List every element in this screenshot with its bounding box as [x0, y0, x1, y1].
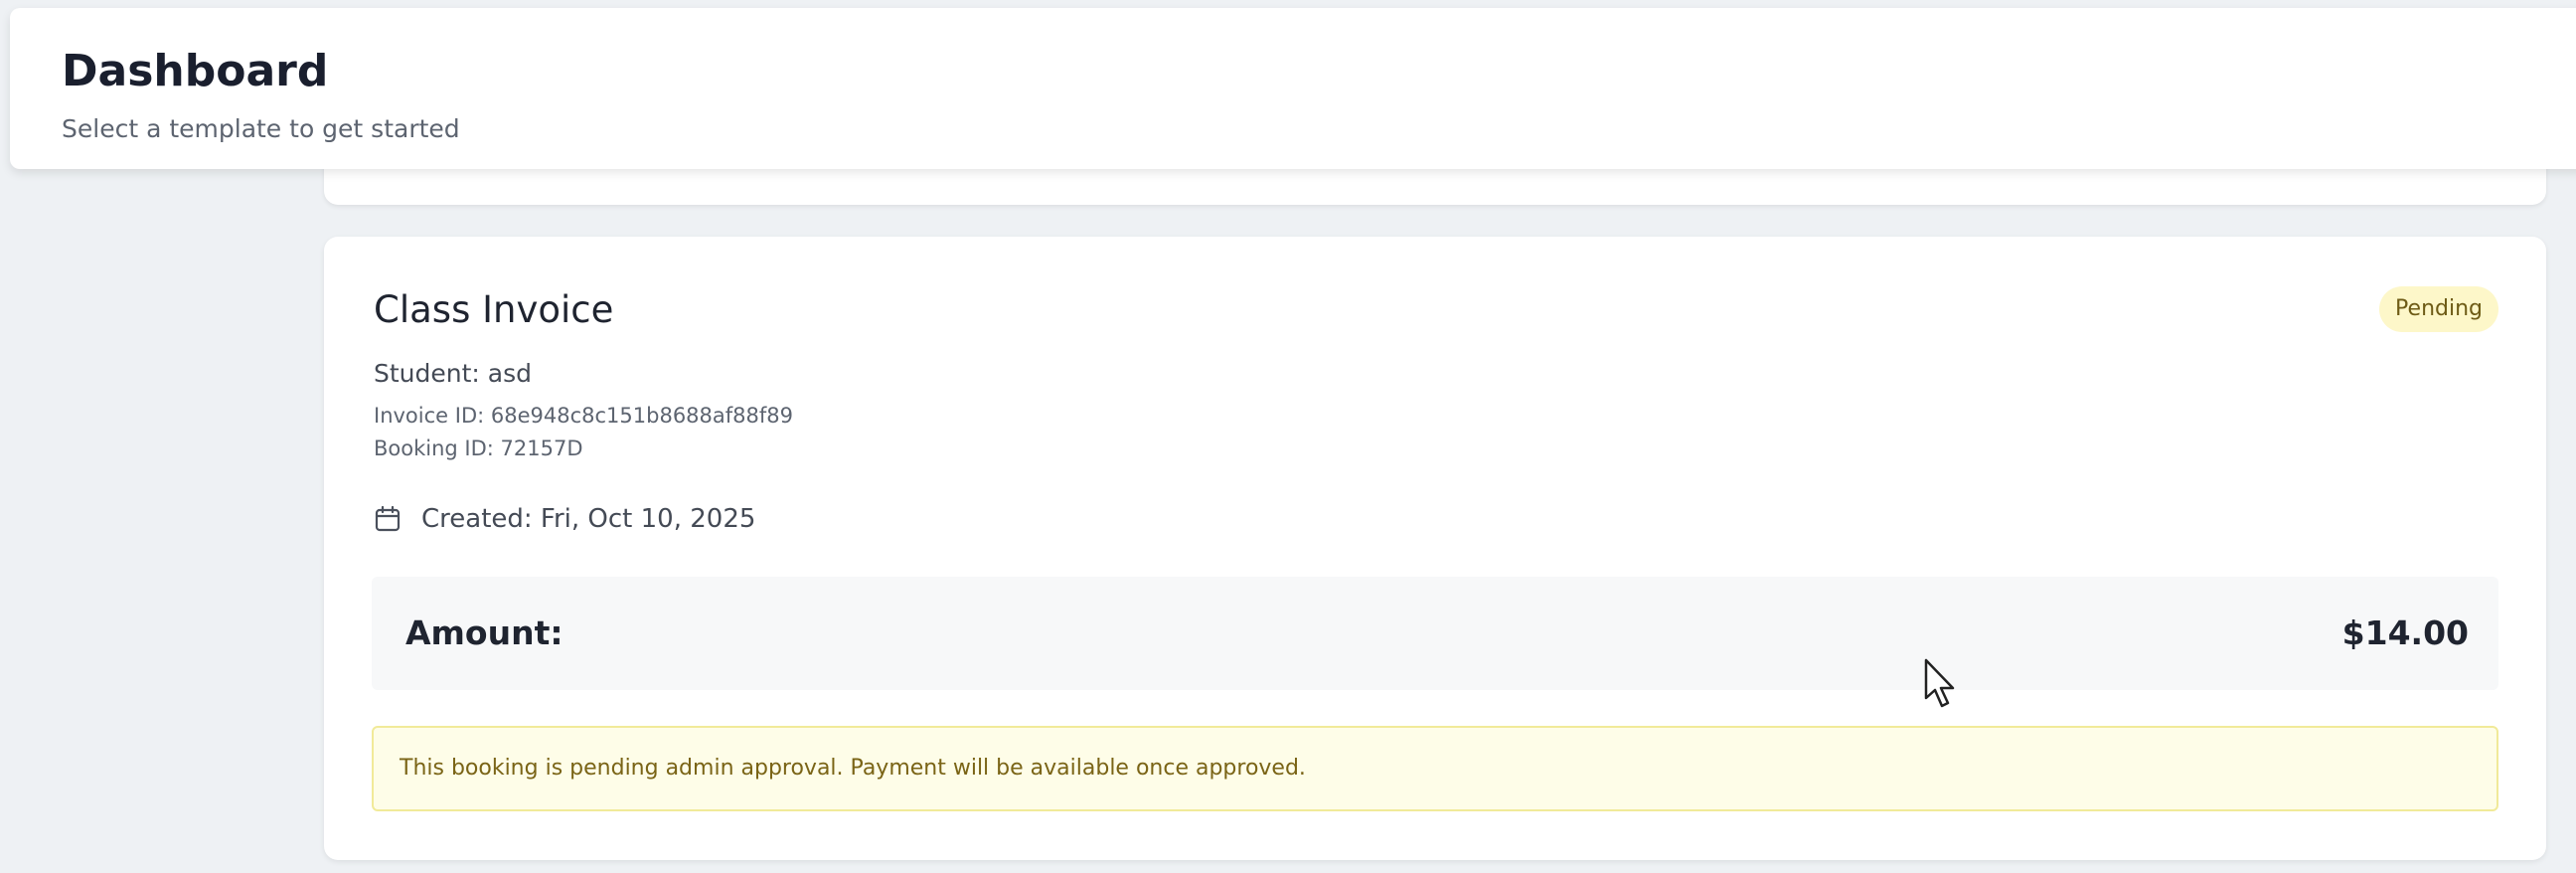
amount-value: $14.00	[2341, 613, 2469, 652]
calendar-icon	[374, 505, 402, 533]
invoice-card[interactable]: Class Invoice Pending Student: asd Invoi…	[324, 237, 2546, 860]
amount-label: Amount:	[405, 613, 564, 652]
page-title: Dashboard	[62, 46, 329, 96]
pending-approval-notice: This booking is pending admin approval. …	[372, 726, 2498, 811]
invoice-id: Invoice ID: 68e948c8c151b8688af88f89	[374, 404, 793, 428]
mouse-cursor-icon	[1924, 658, 1958, 710]
invoice-title: Class Invoice	[374, 288, 614, 331]
created-date: Created: Fri, Oct 10, 2025	[421, 504, 756, 534]
booking-id: Booking ID: 72157D	[374, 436, 583, 460]
amount-row: Amount: $14.00	[372, 577, 2498, 690]
page-subtitle: Select a template to get started	[62, 114, 460, 143]
status-badge: Pending	[2379, 286, 2498, 332]
created-date-row: Created: Fri, Oct 10, 2025	[374, 501, 755, 537]
dashboard-header: Dashboard Select a template to get start…	[10, 8, 2576, 169]
student-name: Student: asd	[374, 359, 532, 388]
